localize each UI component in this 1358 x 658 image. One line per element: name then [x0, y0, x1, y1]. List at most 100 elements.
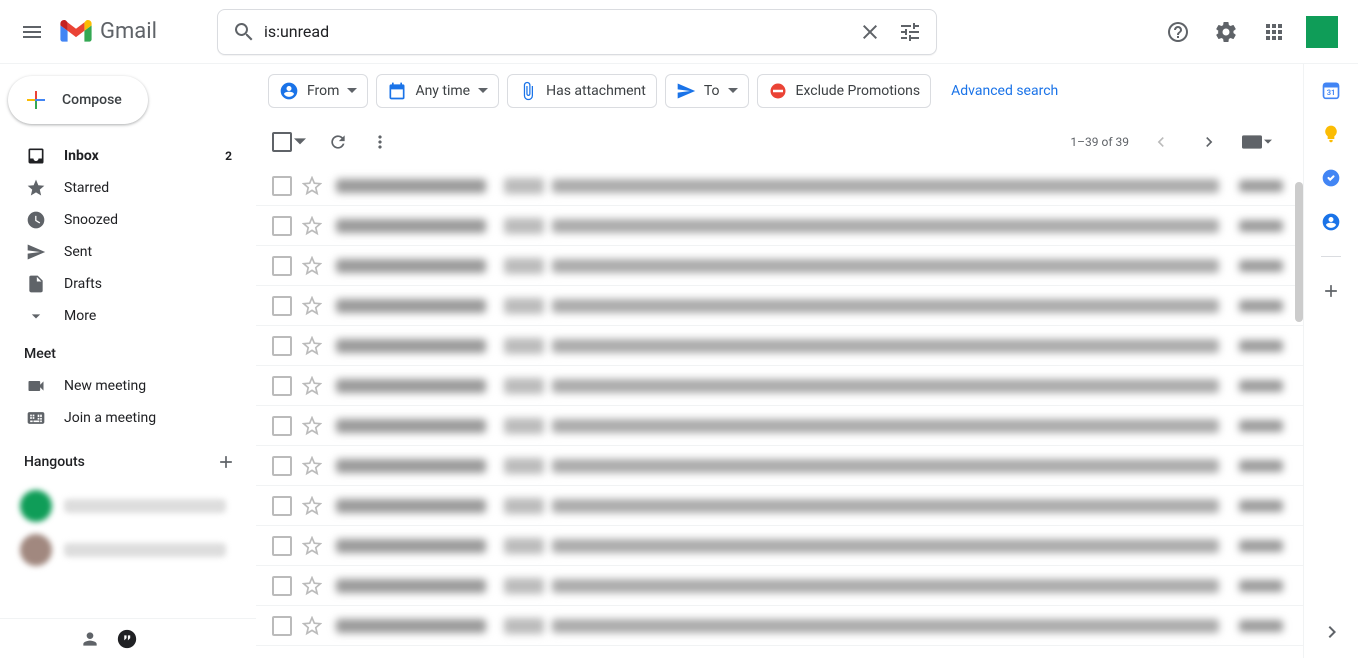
sidebar-item-label: Inbox [64, 148, 99, 164]
row-checkbox[interactable] [272, 256, 292, 276]
row-checkbox[interactable] [272, 456, 292, 476]
new-hangout-button[interactable] [212, 448, 240, 476]
message-row[interactable] [256, 486, 1303, 526]
search-input[interactable] [264, 22, 850, 41]
join-meeting-button[interactable]: Join a meeting [0, 402, 256, 434]
star-icon[interactable] [302, 536, 322, 556]
send-arrow-icon [676, 81, 696, 101]
hide-side-panel-button[interactable] [1320, 620, 1344, 644]
star-icon[interactable] [302, 416, 322, 436]
star-icon[interactable] [302, 296, 322, 316]
add-app-icon[interactable] [1321, 281, 1341, 301]
contact-name-blurred [64, 499, 226, 513]
star-icon [26, 178, 46, 198]
message-row[interactable] [256, 206, 1303, 246]
row-checkbox[interactable] [272, 576, 292, 596]
keep-app-icon[interactable] [1321, 124, 1341, 144]
star-icon[interactable] [302, 576, 322, 596]
prev-page-button[interactable] [1145, 126, 1177, 158]
row-checkbox[interactable] [272, 336, 292, 356]
row-checkbox[interactable] [272, 536, 292, 556]
search-button[interactable] [224, 12, 264, 52]
star-icon[interactable] [302, 176, 322, 196]
gmail-logo[interactable]: Gmail [60, 19, 157, 44]
filter-exclude-promotions[interactable]: Exclude Promotions [757, 74, 932, 108]
filter-to[interactable]: To [665, 74, 749, 108]
refresh-button[interactable] [328, 132, 348, 152]
subject-blurred [552, 219, 1219, 233]
hangout-contact[interactable] [0, 528, 256, 572]
compose-label: Compose [62, 92, 122, 108]
filter-from[interactable]: From [268, 74, 368, 108]
star-icon[interactable] [302, 216, 322, 236]
search-options-button[interactable] [890, 12, 930, 52]
sidebar-item-sent[interactable]: Sent [0, 236, 248, 268]
advanced-search-link[interactable]: Advanced search [951, 83, 1058, 99]
contact-name-blurred [64, 543, 226, 557]
contact-avatar [20, 534, 52, 566]
row-checkbox[interactable] [272, 616, 292, 636]
message-row[interactable] [256, 166, 1303, 206]
side-panel: 31 [1304, 64, 1358, 658]
message-row[interactable] [256, 326, 1303, 366]
row-checkbox[interactable] [272, 216, 292, 236]
message-row[interactable] [256, 446, 1303, 486]
star-icon[interactable] [302, 496, 322, 516]
sidebar-item-label: Drafts [64, 276, 102, 292]
compose-button[interactable]: Compose [8, 76, 148, 124]
row-checkbox[interactable] [272, 296, 292, 316]
sidebar-footer [0, 618, 256, 658]
filter-has-attachment[interactable]: Has attachment [507, 74, 657, 108]
sidebar-item-starred[interactable]: Starred [0, 172, 248, 204]
star-icon[interactable] [302, 456, 322, 476]
star-icon[interactable] [302, 616, 322, 636]
person-icon[interactable] [80, 629, 100, 649]
calendar-app-icon[interactable]: 31 [1321, 80, 1341, 100]
sidebar-item-inbox[interactable]: Inbox 2 [0, 140, 248, 172]
chevron-left-icon [1151, 132, 1171, 152]
star-icon[interactable] [302, 376, 322, 396]
next-page-button[interactable] [1193, 126, 1225, 158]
date-blurred [1239, 220, 1283, 232]
chevron-right-icon [1199, 132, 1219, 152]
contacts-app-icon[interactable] [1321, 212, 1341, 232]
hangout-contact[interactable] [0, 484, 256, 528]
sender-blurred [336, 499, 486, 513]
row-checkbox[interactable] [272, 376, 292, 396]
scrollbar[interactable] [1295, 182, 1303, 322]
file-icon [26, 274, 46, 294]
account-avatar[interactable] [1306, 16, 1338, 48]
hangouts-icon[interactable] [116, 628, 138, 650]
row-checkbox[interactable] [272, 416, 292, 436]
dropdown-arrow-icon [347, 86, 357, 96]
sidebar-item-more[interactable]: More [0, 300, 248, 332]
new-meeting-button[interactable]: New meeting [0, 370, 256, 402]
row-checkbox[interactable] [272, 176, 292, 196]
message-row[interactable] [256, 246, 1303, 286]
select-all-checkbox[interactable] [272, 132, 292, 152]
row-checkbox[interactable] [272, 496, 292, 516]
sidebar-item-snoozed[interactable]: Snoozed [0, 204, 248, 236]
support-button[interactable] [1158, 12, 1198, 52]
star-icon[interactable] [302, 336, 322, 356]
message-row[interactable] [256, 526, 1303, 566]
message-row[interactable] [256, 406, 1303, 446]
tasks-app-icon[interactable] [1321, 168, 1341, 188]
main-menu-button[interactable] [8, 8, 56, 56]
more-button[interactable] [370, 132, 390, 152]
date-blurred [1239, 460, 1283, 472]
apps-button[interactable] [1254, 12, 1294, 52]
message-row[interactable] [256, 286, 1303, 326]
star-icon[interactable] [302, 256, 322, 276]
settings-button[interactable] [1206, 12, 1246, 52]
clear-search-button[interactable] [850, 12, 890, 52]
message-row[interactable] [256, 366, 1303, 406]
filter-any-time[interactable]: Any time [376, 74, 499, 108]
sidebar-item-drafts[interactable]: Drafts [0, 268, 248, 300]
chip-label: Exclude Promotions [796, 83, 921, 99]
message-row[interactable] [256, 566, 1303, 606]
gmail-logo-text: Gmail [100, 19, 157, 44]
input-tools-button[interactable] [1241, 126, 1273, 158]
select-dropdown-arrow[interactable] [294, 136, 306, 148]
message-row[interactable] [256, 606, 1303, 646]
